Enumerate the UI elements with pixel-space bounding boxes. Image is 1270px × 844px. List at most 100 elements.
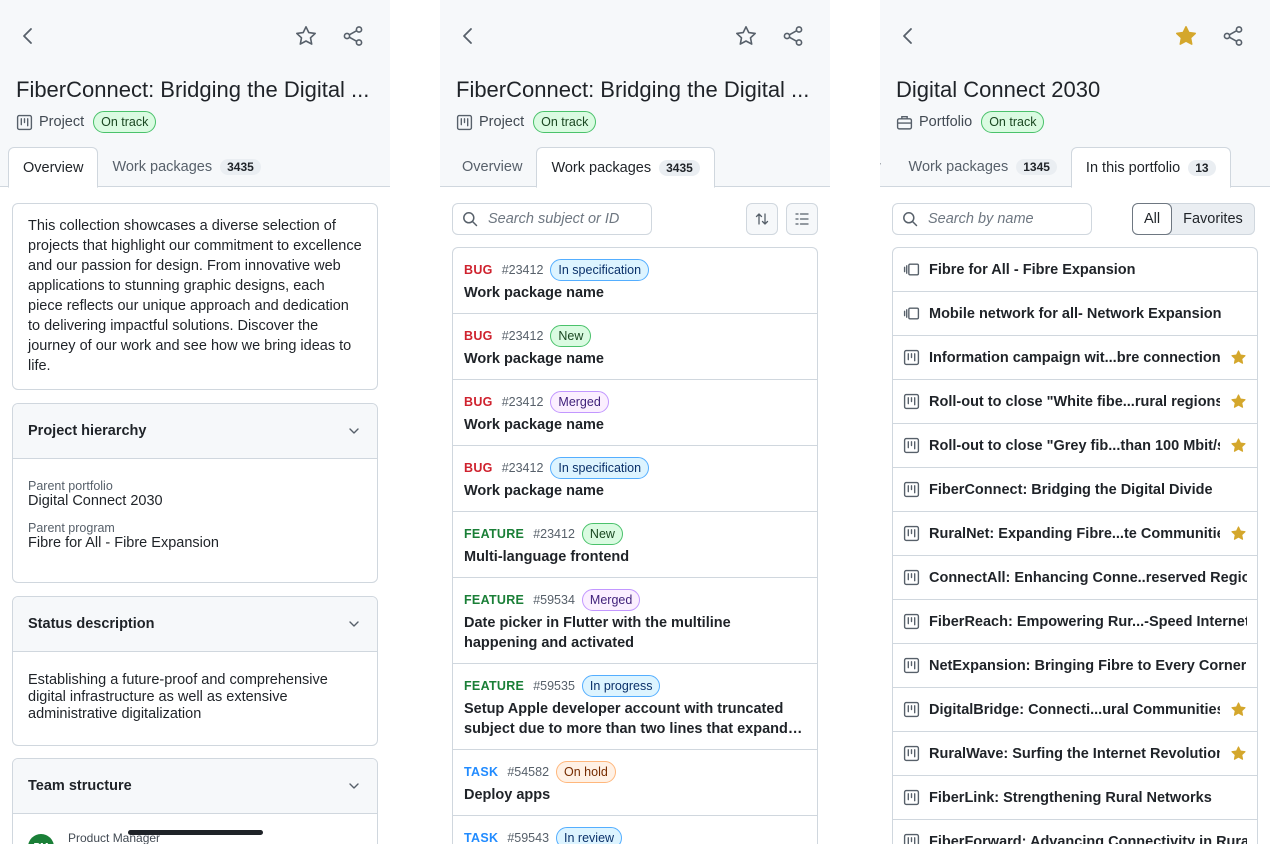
portfolio-item-name: FiberForward: Advancing Connectivity in … — [929, 833, 1247, 844]
portfolio-item-name: RuralWave: Surfing the Internet Revoluti… — [929, 745, 1220, 762]
work-package-row[interactable]: BUG #23412 Merged Work package name — [453, 380, 817, 446]
star-filled-icon[interactable] — [1230, 745, 1247, 762]
portfolio-kind: Portfolio — [919, 114, 973, 130]
home-indicator[interactable] — [128, 830, 263, 835]
chevron-left-icon — [456, 24, 480, 48]
page-title: Digital Connect 2030 — [896, 77, 1101, 102]
tab-overview[interactable]: ew — [880, 147, 895, 187]
work-package-meta: BUG #23412 New — [464, 325, 806, 347]
tab-in-this-portfolio[interactable]: In this portfolio 13 — [1070, 147, 1231, 188]
section-body: Parent portfolio Digital Connect 2030 Pa… — [13, 459, 377, 577]
chevron-down-icon — [346, 778, 362, 794]
portfolio-item-row[interactable]: DigitalBridge: Connecti...ural Communiti… — [893, 688, 1257, 732]
star-filled-icon[interactable] — [1230, 525, 1247, 542]
tab-label: In this portfolio — [1085, 159, 1181, 176]
search-icon — [902, 211, 918, 227]
portfolio-item-row[interactable]: FiberLink: Strengthening Rural Networks — [893, 776, 1257, 820]
star-filled-icon[interactable] — [1230, 349, 1247, 366]
portfolio-item-row[interactable]: Roll-out to close "White fibe...rural re… — [893, 380, 1257, 424]
back-button[interactable] — [454, 22, 482, 50]
portfolio-item-name: NetExpansion: Bringing Fibre to Every Co… — [929, 657, 1247, 674]
status-badge: In progress — [581, 675, 661, 697]
work-package-row[interactable]: FEATURE #59535 In progress Setup Apple deve… — [453, 664, 817, 750]
work-package-row[interactable]: FEATURE #59534 Merged Date picker in Flutte… — [453, 578, 817, 664]
work-package-type: BUG — [464, 461, 493, 475]
portfolio-item-row[interactable]: RuralNet: Expanding Fibre...te Communiti… — [893, 512, 1257, 556]
tab-work-packages[interactable]: Work packages 1345 — [895, 147, 1071, 187]
section-header[interactable]: Project hierarchy — [13, 404, 377, 459]
work-package-subject: Date picker in Flutter with the multilin… — [464, 615, 731, 651]
work-package-meta: BUG #23412 Merged — [464, 391, 806, 413]
work-package-row[interactable]: BUG #23412 In specification Work package na… — [453, 446, 817, 512]
work-package-id: #59534 — [533, 593, 575, 607]
count-badge: 3435 — [220, 159, 261, 175]
work-package-row[interactable]: TASK #54582 On hold Deploy apps — [453, 750, 817, 816]
project-overview-screen: FiberConnect: Bridging the Digital ... P… — [0, 0, 390, 844]
status-badge: On track — [533, 111, 597, 133]
portfolio-item-row[interactable]: Mobile network for all- Network Expansio… — [893, 292, 1257, 336]
parent-program-link[interactable]: Fibre for All - Fibre Expansion — [28, 535, 362, 551]
portfolio-item-row[interactable]: Fibre for All - Fibre Expansion — [893, 248, 1257, 292]
work-package-type: BUG — [464, 329, 493, 343]
project-icon — [903, 701, 920, 718]
tab-bar: Overview Work packages 3435 — [8, 147, 275, 188]
work-package-meta: TASK #59543 In review — [464, 827, 806, 844]
project-icon — [903, 437, 920, 454]
project-description: This collection showcases a diverse sele… — [12, 203, 378, 390]
project-kind: Project — [39, 114, 85, 130]
portfolio-item-row[interactable]: FiberConnect: Bridging the Digital Divid… — [893, 468, 1257, 512]
filter-favorites[interactable]: Favorites — [1172, 204, 1254, 234]
portfolio-item-row[interactable]: FiberReach: Empowering Rur...-Speed Inte… — [893, 600, 1257, 644]
filter-all[interactable]: All — [1132, 203, 1173, 235]
portfolio-item-name: DigitalBridge: Connecti...ural Communiti… — [929, 701, 1220, 718]
star-filled-icon[interactable] — [1230, 393, 1247, 410]
back-button[interactable] — [14, 22, 42, 50]
project-icon — [903, 525, 920, 542]
portfolio-item-row[interactable]: NetExpansion: Bringing Fibre to Every Co… — [893, 644, 1257, 688]
star-filled-icon[interactable] — [1230, 437, 1247, 454]
work-package-id: #23412 — [501, 461, 544, 475]
tab-label: Work packages — [551, 159, 652, 176]
list-icon — [794, 211, 810, 227]
portfolio-item-name: RuralNet: Expanding Fibre...te Communiti… — [929, 525, 1220, 542]
section-header[interactable]: Status description — [13, 597, 377, 652]
portfolio-item-name: Fibre for All - Fibre Expansion — [929, 261, 1136, 278]
portfolio-item-row[interactable]: Information campaign wit...bre connectio… — [893, 336, 1257, 380]
star-filled-icon[interactable] — [1230, 701, 1247, 718]
sort-button[interactable] — [746, 203, 778, 235]
tab-work-packages[interactable]: Work packages 3435 — [98, 147, 274, 187]
work-package-row[interactable]: FEATURE #23412 New Multi-language frontend — [453, 512, 817, 578]
section-header[interactable]: Team structure — [13, 759, 377, 814]
favorite-button[interactable] — [732, 22, 760, 50]
work-package-row[interactable]: BUG #23412 New Work package name — [453, 314, 817, 380]
portfolio-item-name: Roll-out to close "Grey fib...than 100 M… — [929, 437, 1220, 454]
share-button[interactable] — [1219, 22, 1247, 50]
favorite-button[interactable] — [1172, 22, 1200, 50]
search-input[interactable]: Search subject or ID — [452, 203, 652, 235]
work-package-meta: FEATURE #59534 Merged — [464, 589, 806, 611]
portfolio-meta: Portfolio On track — [896, 111, 1045, 133]
tab-work-packages[interactable]: Work packages 3435 — [536, 147, 715, 188]
tab-overview[interactable]: Overview — [448, 147, 536, 187]
project-icon — [903, 481, 920, 498]
parent-portfolio-link[interactable]: Digital Connect 2030 — [28, 493, 362, 509]
project-header: FiberConnect: Bridging the Digital ... P… — [0, 0, 390, 188]
search-input[interactable]: Search by name — [892, 203, 1092, 235]
status-badge: In review — [556, 827, 623, 844]
view-toggle-button[interactable] — [786, 203, 818, 235]
project-icon — [903, 657, 920, 674]
portfolio-item-row[interactable]: Roll-out to close "Grey fib...than 100 M… — [893, 424, 1257, 468]
work-package-row[interactable]: BUG #23412 In specification Work package na… — [453, 248, 817, 314]
count-badge: 13 — [1188, 159, 1216, 176]
portfolio-item-row[interactable]: RuralWave: Surfing the Internet Revoluti… — [893, 732, 1257, 776]
tab-overview[interactable]: Overview — [8, 147, 99, 188]
project-icon — [903, 349, 920, 366]
back-button[interactable] — [894, 22, 922, 50]
work-package-row[interactable]: TASK #59543 In review — [453, 816, 817, 844]
work-package-meta: BUG #23412 In specification — [464, 457, 806, 479]
portfolio-item-row[interactable]: ConnectAll: Enhancing Conne..reserved Re… — [893, 556, 1257, 600]
share-button[interactable] — [779, 22, 807, 50]
portfolio-item-row[interactable]: FiberForward: Advancing Connectivity in … — [893, 820, 1257, 844]
favorite-button[interactable] — [292, 22, 320, 50]
share-button[interactable] — [339, 22, 367, 50]
